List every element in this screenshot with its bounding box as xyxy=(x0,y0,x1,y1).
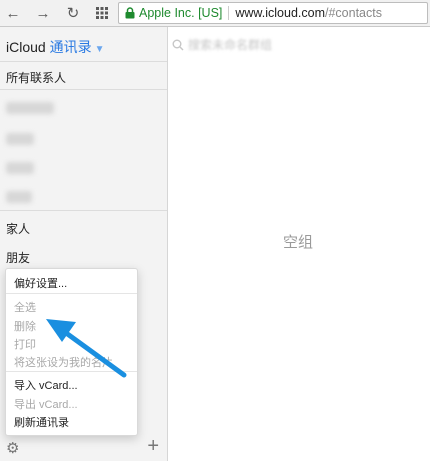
menu-item-refresh[interactable]: 刷新通讯录 xyxy=(14,414,69,430)
blurred-contact[interactable] xyxy=(6,102,54,114)
add-icon[interactable]: + xyxy=(147,435,159,458)
menu-item-import-vcard[interactable]: 导入 vCard... xyxy=(14,377,78,393)
address-divider xyxy=(228,6,230,20)
search-placeholder: 搜索未命名群组 xyxy=(188,38,273,52)
blurred-contact[interactable] xyxy=(6,191,32,203)
sidebar-footer: ⚙ + xyxy=(0,433,167,461)
blurred-contact[interactable] xyxy=(6,133,34,145)
forward-icon[interactable]: → xyxy=(34,4,52,22)
sidebar-item-family[interactable]: 家人 xyxy=(6,220,30,237)
security-label: Apple Inc. [US] xyxy=(139,6,223,20)
back-icon[interactable]: ← xyxy=(4,4,22,22)
menu-item-delete[interactable]: 删除 xyxy=(14,318,36,334)
menu-item-export-vcard[interactable]: 导出 vCard... xyxy=(14,396,78,412)
lock-icon xyxy=(125,7,135,19)
sidebar-item-friends[interactable]: 朋友 xyxy=(6,249,30,266)
apps-grid-icon[interactable] xyxy=(93,4,111,22)
divider xyxy=(0,61,167,62)
menu-divider xyxy=(6,371,137,372)
reload-icon[interactable]: ↻ xyxy=(64,4,82,22)
divider xyxy=(0,89,167,90)
menu-item-preferences[interactable]: 偏好设置... xyxy=(14,275,67,291)
sidebar-item-all-contacts[interactable]: 所有联系人 xyxy=(6,69,66,86)
empty-group-label: 空组 xyxy=(283,234,314,251)
chevron-down-icon[interactable]: ▼ xyxy=(95,44,105,55)
context-menu: 偏好设置... 全选 删除 打印 将这张设为我的名片 导入 vCard... 导… xyxy=(5,268,138,436)
app-title: iCloud xyxy=(6,39,46,55)
search-icon xyxy=(172,39,184,50)
menu-item-select-all[interactable]: 全选 xyxy=(14,299,36,315)
menu-item-print[interactable]: 打印 xyxy=(14,336,36,352)
url-host: www.icloud.com xyxy=(235,6,325,20)
blurred-contact[interactable] xyxy=(6,162,34,174)
browser-toolbar: ← → ↻ Apple Inc. [US] www.icloud.com /#c… xyxy=(0,0,430,27)
url-path: /#contacts xyxy=(325,6,382,20)
divider xyxy=(0,210,167,211)
search-field[interactable]: 搜索未命名群组 xyxy=(172,36,272,53)
group-title: 通讯录 xyxy=(49,39,92,55)
menu-item-set-my-card[interactable]: 将这张设为我的名片 xyxy=(14,354,113,370)
gear-icon[interactable]: ⚙ xyxy=(6,439,19,457)
app-header[interactable]: iCloud 通讯录 ▼ xyxy=(6,37,105,57)
address-bar[interactable]: Apple Inc. [US] www.icloud.com /#contact… xyxy=(118,2,428,24)
menu-divider xyxy=(6,293,137,294)
